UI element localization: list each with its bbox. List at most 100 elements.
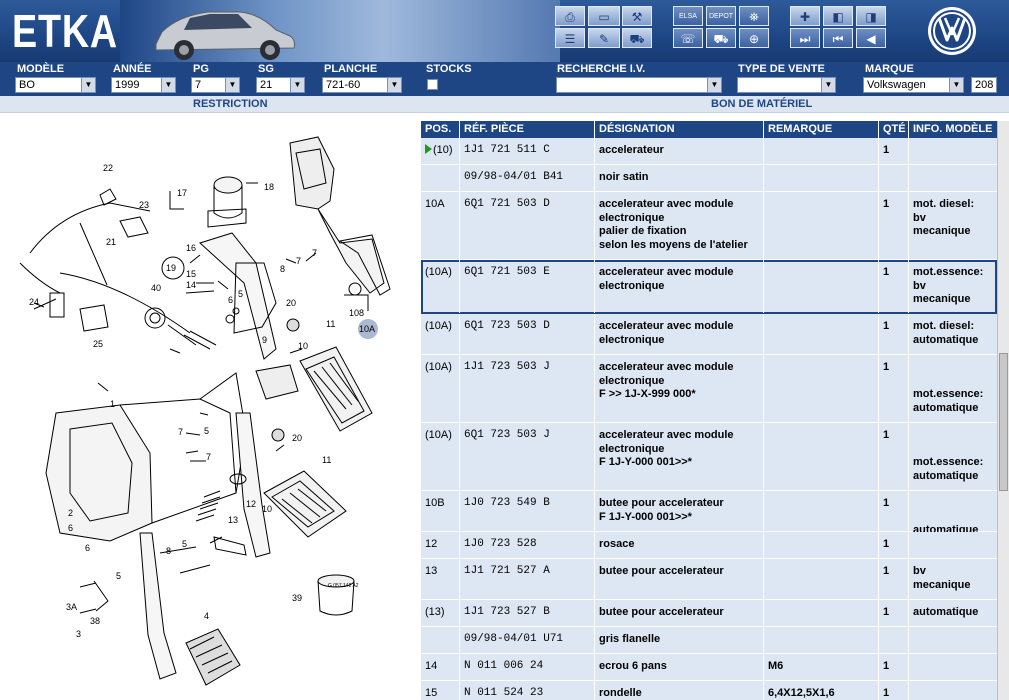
col-pos[interactable]: POS. — [421, 121, 460, 138]
table-row[interactable]: 14 N 011 006 24 ecrou 6 pans M6 1 — [421, 654, 997, 681]
table-row[interactable]: (13) 1J1 723 527 B butee pour accelerateur… — [421, 600, 997, 627]
stocks-checkbox[interactable] — [427, 79, 438, 90]
pos-cell: 14 — [421, 654, 460, 680]
ref-cell: N 011 524 23 — [460, 681, 595, 700]
info-cell-line: mot.essence: — [913, 388, 984, 400]
list-icon[interactable]: ☰ — [555, 28, 585, 48]
col-ref[interactable]: RÉF. PIÈCE — [460, 121, 595, 138]
depot-icon[interactable]: DEPOT — [706, 6, 736, 26]
qty-cell-text: 1 — [883, 660, 890, 672]
elsa-icon[interactable]: ELSA — [673, 6, 703, 26]
vehicle-icon[interactable]: ⛟ — [706, 28, 736, 48]
col-remarque[interactable]: REMARQUE — [764, 121, 879, 138]
first-icon[interactable]: ⏮ — [823, 28, 853, 48]
pos-cell: 15 — [421, 681, 460, 700]
doc-next-icon[interactable]: ◨ — [856, 6, 886, 26]
remarque-cell-text — [768, 361, 878, 375]
designation-cell-line: F 1J-Y-000 001>>* — [599, 456, 692, 468]
sg-select[interactable]: 21 ▼ — [256, 77, 305, 93]
designation-cell-line: accelerateur avec module — [599, 361, 734, 373]
svg-text:18: 18 — [264, 182, 274, 192]
svg-text:3A: 3A — [66, 602, 77, 612]
chevron-down-icon[interactable]: ▼ — [387, 78, 401, 92]
basket-icon[interactable]: ⛯ — [739, 6, 769, 26]
filter-bar: MODÈLE BO ▼ ANNÉE 1999 ▼ PG 7 ▼ SG 21 ▼ PLAN… — [0, 62, 1009, 96]
designation-cell-line: accelerateur avec module — [599, 266, 734, 278]
svg-text:17: 17 — [177, 188, 187, 198]
restriction-label[interactable]: RESTRICTION — [193, 98, 268, 110]
ref-cell-text: 1J0 723 549 B — [464, 497, 550, 509]
designation-cell-line: electronique — [599, 333, 665, 346]
qty-cell-text: 1 — [883, 361, 890, 373]
annee-select[interactable]: 1999 ▼ — [111, 77, 176, 93]
tools-icon[interactable]: ⚒ — [622, 6, 652, 26]
ref-cell: 1J0 723 528 — [460, 532, 595, 558]
svg-text:13: 13 — [228, 515, 238, 525]
chevron-down-icon[interactable]: ▼ — [707, 78, 721, 92]
planche-select[interactable]: 721-60 ▼ — [322, 77, 402, 93]
svg-text:20: 20 — [286, 298, 296, 308]
qty-cell: 1 — [879, 260, 909, 313]
info-cell: automatique — [909, 600, 997, 626]
marque-select[interactable]: Volkswagen ▼ — [863, 77, 964, 93]
print-icon[interactable]: ⎙ — [555, 6, 585, 26]
col-info-modele[interactable]: INFO. MODÈLE — [909, 121, 997, 138]
table-row[interactable]: 13 1J1 721 527 A butee pour accelerateur 1… — [421, 559, 997, 600]
table-row[interactable]: 09/98-04/01 U71 gris flanelle — [421, 627, 997, 654]
monitor-icon[interactable]: ▭ — [588, 6, 620, 26]
chevron-down-icon[interactable]: ▼ — [949, 78, 963, 92]
pencil-icon[interactable]: ✎ — [588, 28, 620, 48]
pg-select[interactable]: 7 ▼ — [191, 77, 240, 93]
pos-cell-text: 14 — [425, 660, 438, 672]
stocks-label: STOCKS — [426, 63, 472, 75]
scrollbar-thumb[interactable] — [999, 353, 1008, 491]
cart-icon[interactable]: ⛟ — [622, 28, 652, 48]
ref-cell: 1J1 723 527 B — [460, 600, 595, 626]
table-row[interactable]: 10A 6Q1 721 503 D accelerateur avec module… — [421, 192, 997, 260]
svg-text:1: 1 — [110, 399, 115, 409]
info-cell: automatique — [909, 491, 997, 536]
qty-cell-text: 1 — [883, 266, 890, 278]
ref-cell-text: 09/98-04/01 U71 — [464, 633, 564, 645]
table-row[interactable]: (10) 1J1 721 511 C accelerateur 1 — [421, 138, 997, 165]
qty-cell: 1 — [879, 138, 909, 164]
pin-icon[interactable]: ✚ — [790, 6, 820, 26]
svg-text:20: 20 — [292, 433, 302, 443]
remarque-cell — [764, 165, 879, 191]
back-icon[interactable]: ◀ — [856, 28, 886, 48]
table-row[interactable]: 09/98-04/01 B41 noir satin — [421, 165, 997, 192]
cart-add-icon[interactable]: ⊕ — [739, 28, 769, 48]
table-row[interactable]: (10A) 6Q1 721 503 E accelerateur avec modu… — [421, 260, 997, 314]
info-cell-line: mot. diesel: — [913, 320, 975, 332]
last-icon[interactable]: ⏭ — [790, 28, 820, 48]
remarque-cell — [764, 138, 879, 164]
phone-icon[interactable]: ☏ — [673, 28, 703, 48]
chevron-down-icon[interactable]: ▼ — [225, 78, 239, 92]
chevron-down-icon[interactable]: ▼ — [821, 78, 835, 92]
bon-materiel-label[interactable]: BON DE MATÉRIEL — [711, 98, 812, 110]
remarque-cell — [764, 192, 879, 259]
modele-select[interactable]: BO ▼ — [15, 77, 96, 93]
svg-text:5: 5 — [182, 539, 187, 549]
table-row[interactable]: (10A) 1J1 723 503 J accelerateur avec modu… — [421, 355, 997, 423]
table-row[interactable]: 15 N 011 524 23 rondelle 6,4X12,5X1,6 1 — [421, 681, 997, 700]
col-designation[interactable]: DÉSIGNATION — [595, 121, 764, 138]
chevron-down-icon[interactable]: ▼ — [161, 78, 175, 92]
doc-prev-icon[interactable]: ◧ — [823, 6, 853, 26]
designation-cell-line: electronique — [599, 211, 665, 224]
marque-code: 208 — [971, 77, 997, 93]
vertical-scrollbar[interactable] — [997, 121, 1009, 700]
col-qty[interactable]: QTÉ — [879, 121, 909, 138]
table-row[interactable]: 10B 1J0 723 549 B butee pour accelerateur F… — [421, 491, 997, 536]
ref-cell: 1J1 721 527 A — [460, 559, 595, 599]
remarque-cell: M6 — [764, 654, 879, 680]
svg-text:22: 22 — [103, 163, 113, 173]
table-row[interactable]: (10A) 6Q1 723 503 D accelerateur avec modu… — [421, 314, 997, 355]
chevron-down-icon[interactable]: ▼ — [81, 78, 95, 92]
table-row[interactable]: (10A) 6Q1 723 503 J accelerateur avec modu… — [421, 423, 997, 491]
table-row[interactable]: 12 1J0 723 528 rosace 1 — [421, 532, 997, 559]
chevron-down-icon[interactable]: ▼ — [290, 78, 304, 92]
recherche-select[interactable]: ▼ — [556, 77, 722, 93]
type-vente-select[interactable]: ▼ — [737, 77, 836, 93]
svg-text:6: 6 — [85, 543, 90, 553]
